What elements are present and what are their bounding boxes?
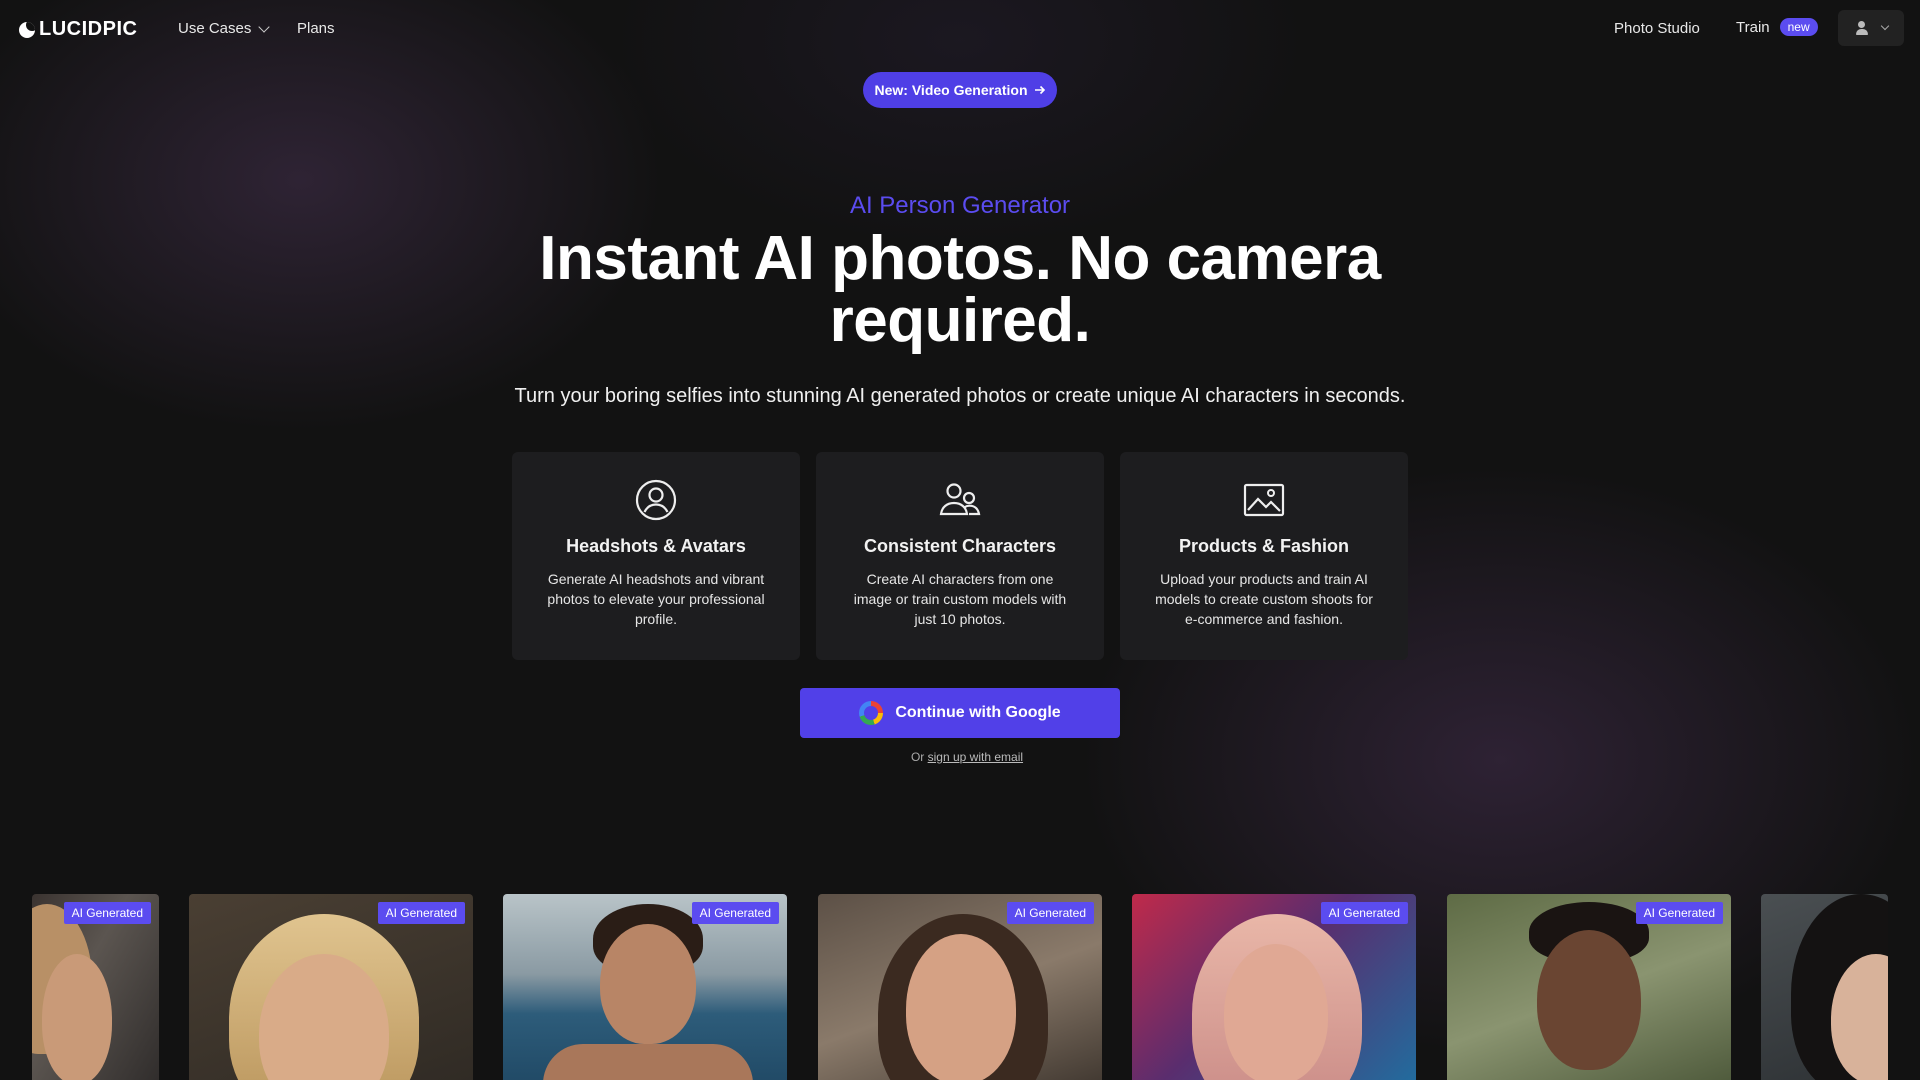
ai-generated-tag: AI Generated bbox=[691, 902, 779, 924]
card-title: Consistent Characters bbox=[863, 536, 1057, 556]
nav-photo-studio-label: Photo Studio bbox=[1614, 20, 1700, 37]
logo[interactable]: LUCIDPIC bbox=[19, 18, 137, 41]
ai-generated-tag: AI Generated bbox=[377, 902, 465, 924]
announcement-label: New: Video Generation bbox=[874, 82, 1028, 98]
alt-signup-prefix: Or bbox=[910, 750, 925, 764]
arrow-right-icon bbox=[1034, 85, 1045, 95]
card-description: Upload your products and train AI models… bbox=[1155, 571, 1373, 627]
nav-use-cases[interactable]: Use Cases bbox=[178, 20, 271, 37]
gallery-image[interactable]: AI Generated bbox=[189, 894, 473, 1080]
continue-with-google-button[interactable]: Continue with Google bbox=[800, 688, 1120, 738]
photo-detail bbox=[1537, 930, 1641, 1070]
nav-plans-label: Plans bbox=[297, 20, 335, 37]
photo-detail bbox=[42, 954, 112, 1080]
photo-detail bbox=[543, 1044, 753, 1080]
nav-plans[interactable]: Plans bbox=[297, 20, 335, 37]
user-icon bbox=[1855, 21, 1869, 35]
card-description: Create AI characters from one image or t… bbox=[853, 571, 1067, 627]
photo-detail bbox=[600, 924, 696, 1044]
hero-eyebrow: AI Person Generator bbox=[849, 192, 1071, 219]
card-description: Generate AI headshots and vibrant photos… bbox=[547, 571, 765, 627]
top-nav: LUCIDPIC Use Cases Plans Photo Studio Tr… bbox=[0, 0, 1920, 58]
feature-card-characters: Consistent Characters Create AI characte… bbox=[816, 452, 1104, 660]
logo-icon bbox=[19, 21, 35, 38]
hero-title: Instant AI photos. No camera required. bbox=[539, 224, 1381, 355]
logo-text: LUCIDPIC bbox=[39, 18, 138, 40]
nav-train-label: Train bbox=[1736, 18, 1770, 36]
photo-gallery: AI Generated AI Generated AI Generated A… bbox=[0, 894, 1920, 1080]
chevron-down-icon bbox=[1880, 21, 1889, 31]
ai-generated-tag: AI Generated bbox=[1320, 902, 1408, 924]
gallery-image[interactable] bbox=[1761, 894, 1888, 1080]
ai-generated-tag: AI Generated bbox=[1635, 902, 1723, 924]
video-generation-announcement-button[interactable]: New: Video Generation bbox=[863, 72, 1057, 108]
nav-train[interactable]: Train new bbox=[1736, 18, 1818, 36]
gallery-image[interactable]: AI Generated bbox=[1447, 894, 1731, 1080]
feature-card-products: Products & Fashion Upload your products … bbox=[1120, 452, 1408, 660]
hero-subtitle: Turn your boring selfies into stunning A… bbox=[514, 385, 1406, 407]
image-icon bbox=[1243, 483, 1285, 517]
users-icon bbox=[939, 483, 981, 516]
signup-with-email-link[interactable]: sign up with email bbox=[928, 750, 1023, 764]
chevron-down-icon bbox=[258, 20, 271, 33]
account-menu-button[interactable] bbox=[1838, 10, 1904, 46]
photo-detail bbox=[1224, 944, 1328, 1080]
nav-photo-studio[interactable]: Photo Studio bbox=[1614, 20, 1700, 37]
google-icon bbox=[859, 701, 884, 725]
card-title: Products & Fashion bbox=[1178, 536, 1349, 556]
feature-card-headshots: Headshots & Avatars Generate AI headshot… bbox=[512, 452, 800, 660]
ai-generated-tag: AI Generated bbox=[63, 902, 151, 924]
gallery-image[interactable]: AI Generated bbox=[503, 894, 787, 1080]
alt-signup: Or sign up with email bbox=[0, 750, 1920, 764]
feature-cards: Headshots & Avatars Generate AI headshot… bbox=[512, 452, 1408, 660]
gallery-image[interactable]: AI Generated bbox=[32, 894, 159, 1080]
google-button-label: Continue with Google bbox=[895, 704, 1061, 721]
gallery-image[interactable]: AI Generated bbox=[818, 894, 1102, 1080]
nav-use-cases-label: Use Cases bbox=[178, 20, 252, 37]
ai-generated-tag: AI Generated bbox=[1006, 902, 1094, 924]
gallery-image[interactable]: AI Generated bbox=[1132, 894, 1416, 1080]
card-title: Headshots & Avatars bbox=[566, 536, 746, 556]
photo-detail bbox=[906, 934, 1016, 1080]
user-circle-icon bbox=[635, 479, 677, 521]
new-badge: new bbox=[1779, 18, 1818, 36]
